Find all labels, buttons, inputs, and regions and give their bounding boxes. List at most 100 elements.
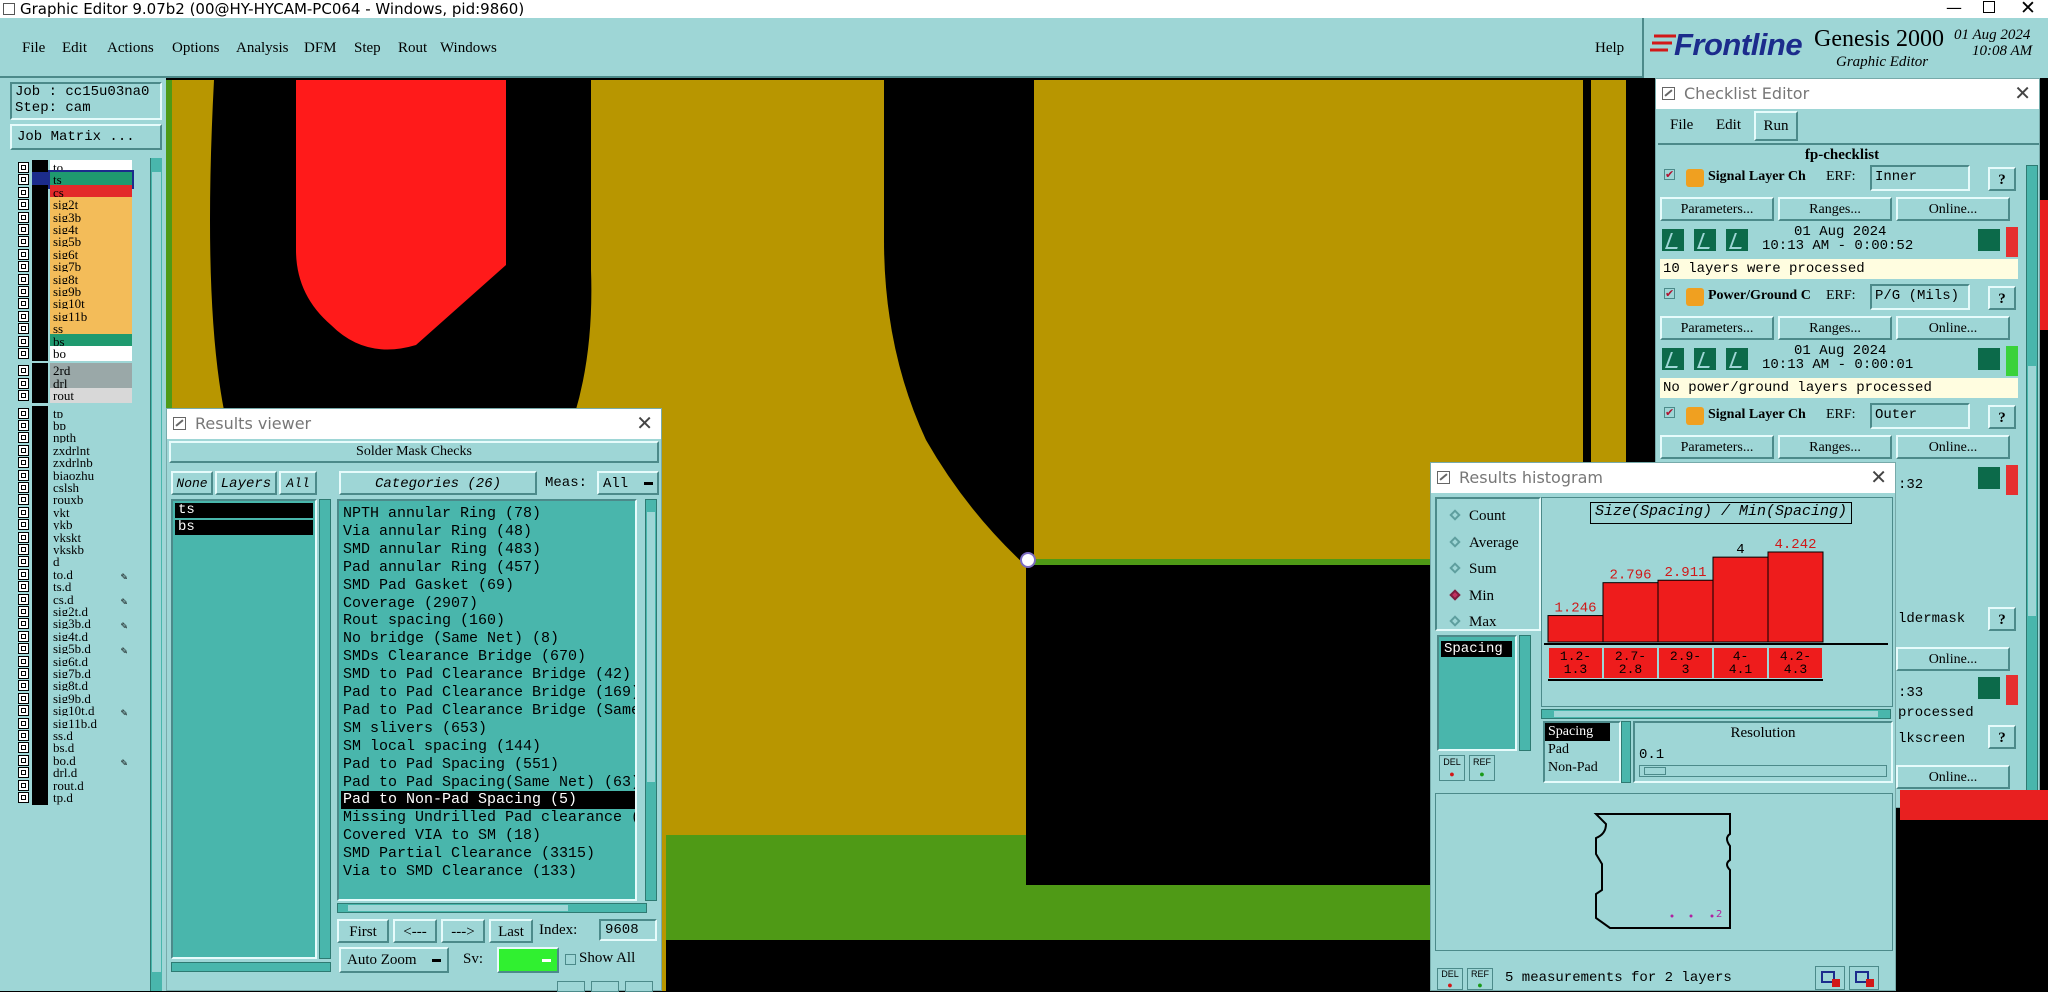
resolution-slider[interactable] (1639, 765, 1887, 777)
entry-checkbox[interactable]: ✔ (1664, 288, 1675, 299)
run-action-icon[interactable] (1724, 346, 1750, 372)
ref-icon[interactable]: REF ● (1469, 755, 1495, 781)
layer-checkbox[interactable] (18, 606, 29, 617)
type-list[interactable]: Spacing Pad Non-Pad (1543, 721, 1621, 783)
zoom-icon-1[interactable] (1815, 966, 1845, 990)
layer-checkbox[interactable] (18, 630, 29, 642)
layer-checkbox[interactable] (18, 365, 29, 377)
close-button[interactable]: ✕ (2020, 0, 2036, 18)
layer-checkbox[interactable] (18, 286, 29, 297)
del-icon[interactable]: DEL ● (1439, 755, 1465, 781)
results-viewer-titlebar[interactable]: Results viewer ✕ (167, 409, 661, 439)
mode-radio-sum[interactable]: Sum (1445, 558, 1540, 580)
categories-button[interactable]: Categories (26) (339, 471, 537, 495)
category-hscroll-thumb[interactable] (348, 905, 568, 911)
mode-radio-count[interactable]: Count (1445, 505, 1540, 527)
layer-checkbox[interactable] (18, 444, 29, 456)
menu-actions[interactable]: Actions (107, 40, 154, 57)
category-item[interactable]: Pad to Pad Clearance Bridge (Same (341, 702, 635, 720)
layer-checkbox[interactable] (18, 544, 29, 555)
layer-result-scrollbar[interactable] (319, 499, 331, 959)
category-item[interactable]: SMD Partial Clearance (3315) (341, 845, 635, 863)
layer-checkbox[interactable] (18, 668, 29, 679)
category-item[interactable]: SMD to Pad Clearance Bridge (42) (341, 666, 635, 684)
layer-checkbox[interactable] (18, 705, 29, 717)
layer-result-list[interactable]: ts bs (171, 499, 317, 959)
checklist-scroll-thumb[interactable] (2028, 366, 2036, 616)
search-results-icon[interactable] (1976, 227, 2002, 253)
layer-scroll-thumb[interactable] (152, 172, 161, 972)
online-button[interactable]: Online... (1896, 316, 2010, 340)
category-item[interactable]: No bridge (Same Net) (8) (341, 630, 635, 648)
layer-checkbox[interactable] (18, 494, 29, 506)
histogram-titlebar[interactable]: Results histogram ✕ (1431, 463, 1895, 493)
layer-checkbox[interactable] (18, 692, 29, 704)
layer-checkbox[interactable] (18, 186, 29, 198)
layer-checkbox[interactable] (18, 323, 29, 335)
layer-checkbox[interactable] (18, 432, 29, 444)
layer-checkbox[interactable] (18, 730, 29, 741)
layer-checkbox[interactable] (18, 407, 29, 419)
rv-layer-item[interactable]: ts (175, 503, 313, 518)
layer-row[interactable]: rout (14, 388, 132, 404)
minimize-button[interactable]: — (1946, 0, 1962, 16)
zoom-icon-2[interactable] (1849, 966, 1879, 990)
menu-edit[interactable]: Edit (62, 40, 87, 57)
erf-field[interactable]: Outer (1870, 403, 1970, 429)
checklist-menu-edit[interactable]: Edit (1716, 117, 1741, 134)
layer-checkbox[interactable] (18, 792, 29, 803)
help-button[interactable]: ? (1988, 405, 2016, 429)
ranges-button[interactable]: Ranges... (1778, 316, 1892, 340)
mode-radio-max[interactable]: Max (1445, 611, 1540, 633)
category-item[interactable]: Missing Undrilled Pad clearance ( (341, 809, 635, 827)
checklist-scrollbar[interactable] (2026, 165, 2038, 805)
category-item[interactable]: Via to SMD Clearance (133) (341, 863, 635, 881)
layer-checkbox[interactable] (18, 568, 29, 580)
histogram-item-list[interactable]: Spacing (1437, 635, 1517, 751)
category-item[interactable]: Pad to Pad Clearance Bridge (169) (341, 684, 635, 702)
auto-zoom-dropdown[interactable]: Auto Zoom (339, 947, 449, 973)
category-item[interactable]: Covered VIA to SM (18) (341, 827, 635, 845)
layers-button[interactable]: Layers (215, 471, 277, 495)
layer-checkbox[interactable] (18, 519, 29, 531)
layer-row[interactable]: bo (14, 346, 132, 361)
ranges-button[interactable]: Ranges... (1778, 435, 1892, 459)
layer-checkbox[interactable] (18, 420, 29, 431)
menu-options[interactable]: Options (172, 40, 220, 57)
rv-layer-item[interactable]: bs (175, 520, 313, 535)
layer-checkbox[interactable] (18, 211, 29, 223)
category-item[interactable]: Pad to Pad Spacing(Same Net) (63) (341, 774, 635, 792)
help-button[interactable]: ? (1988, 286, 2016, 310)
none-button[interactable]: None (171, 471, 213, 495)
online-button[interactable]: Online... (1896, 197, 2010, 221)
layer-list-scrollbar[interactable] (150, 158, 162, 991)
menu-dfm[interactable]: DFM (304, 40, 337, 57)
layer-checkbox[interactable] (18, 174, 29, 186)
layer-checkbox[interactable] (18, 390, 29, 402)
histogram-item-spacing[interactable]: Spacing (1441, 641, 1512, 657)
resolution-value[interactable]: 0.1 (1639, 747, 1664, 763)
help-button[interactable]: ? (1988, 607, 2016, 631)
help-button[interactable]: ? (1988, 167, 2016, 191)
index-field[interactable]: 9608 (599, 919, 657, 941)
entry-checkbox[interactable]: ✔ (1664, 169, 1675, 180)
online-button[interactable]: Online... (1896, 765, 2010, 789)
mode-radio-average[interactable]: Average (1445, 532, 1540, 554)
maximize-button[interactable] (1983, 1, 1995, 13)
layer-result-hscroll[interactable] (171, 962, 331, 972)
run-action-icon[interactable] (1660, 346, 1686, 372)
layer-checkbox[interactable] (18, 581, 29, 593)
first-button[interactable]: First (337, 919, 389, 943)
layer-checkbox[interactable] (18, 162, 29, 173)
run-action-icon[interactable] (1724, 227, 1750, 253)
chart-hscroll[interactable] (1541, 709, 1891, 719)
resolution-slider-handle[interactable] (1644, 767, 1666, 775)
help-button[interactable]: ? (1988, 725, 2016, 749)
layer-checkbox[interactable] (18, 335, 29, 347)
layer-checkbox[interactable] (18, 556, 29, 568)
mode-radio-min[interactable]: Min (1445, 585, 1540, 607)
parameters-button[interactable]: Parameters... (1660, 197, 1774, 221)
layer-color-swatch[interactable] (32, 790, 48, 805)
category-item[interactable]: NPTH annular Ring (78) (341, 505, 635, 523)
type-item[interactable]: Pad (1545, 741, 1619, 759)
